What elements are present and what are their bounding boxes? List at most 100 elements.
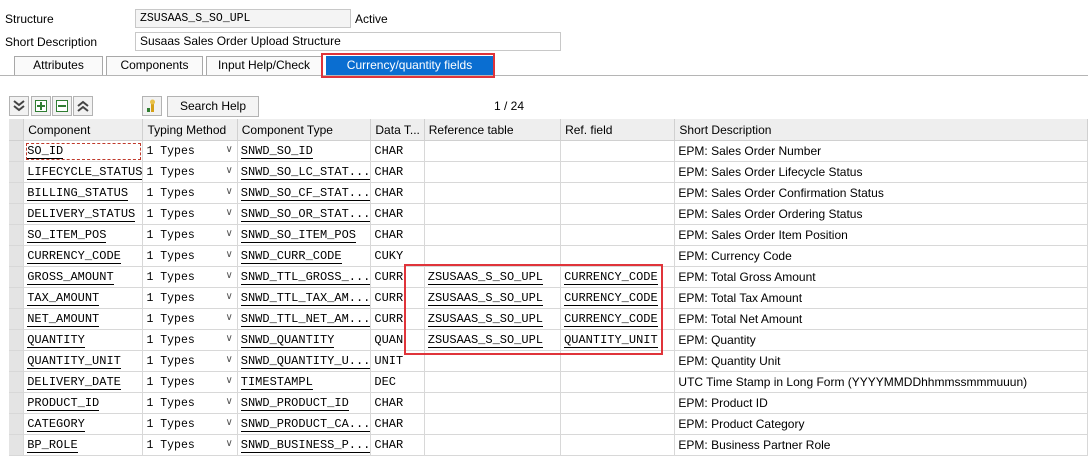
chevron-down-icon[interactable]: ∨ <box>225 396 232 407</box>
table-row[interactable]: DELIVERY_DATE 1 Types ∨ TIMESTAMPL DEC UTC Ti… <box>9 371 1088 393</box>
column-header-component-type[interactable]: Component Type <box>237 119 372 141</box>
reference-table-cell[interactable] <box>424 350 562 372</box>
reference-table-cell[interactable] <box>424 140 562 162</box>
typing-method-cell[interactable]: 1 Types ∨ <box>142 371 238 393</box>
component-type-cell[interactable]: SNWD_SO_ITEM_POS <box>237 224 372 246</box>
component-type-cell[interactable]: TIMESTAMPL <box>237 371 372 393</box>
column-header-ref-field[interactable]: Ref. field <box>560 119 676 141</box>
row-selector[interactable] <box>9 203 25 225</box>
table-row[interactable]: SO_ITEM_POS 1 Types ∨ SNWD_SO_ITEM_POS CHAR E… <box>9 224 1088 246</box>
typing-method-cell[interactable]: 1 Types ∨ <box>142 308 238 330</box>
expand-all-button[interactable] <box>9 96 29 116</box>
ref-field-cell[interactable] <box>560 224 676 246</box>
component-cell[interactable]: BILLING_STATUS <box>23 182 144 204</box>
ref-field-cell[interactable] <box>560 392 676 414</box>
table-row[interactable]: PRODUCT_ID 1 Types ∨ SNWD_PRODUCT_ID CHAR EPM… <box>9 392 1088 414</box>
chevron-down-icon[interactable]: ∨ <box>225 291 232 302</box>
search-help-button[interactable]: Search Help <box>167 96 259 117</box>
row-selector[interactable] <box>9 245 25 267</box>
column-header-typing-method[interactable]: Typing Method <box>142 119 238 141</box>
row-selector[interactable] <box>9 161 25 183</box>
component-cell[interactable]: PRODUCT_ID <box>23 392 144 414</box>
table-row[interactable]: NET_AMOUNT 1 Types ∨ SNWD_TTL_NET_AM... CURR… <box>9 308 1088 330</box>
chevron-down-icon[interactable]: ∨ <box>225 249 232 260</box>
row-selector[interactable] <box>9 392 25 414</box>
component-type-cell[interactable]: SNWD_SO_OR_STAT... <box>237 203 372 225</box>
table-row[interactable]: TAX_AMOUNT 1 Types ∨ SNWD_TTL_TAX_AM... CURR… <box>9 287 1088 309</box>
ref-field-cell[interactable] <box>560 161 676 183</box>
reference-table-cell[interactable]: ZSUSAAS_S_SO_UPL <box>424 308 562 330</box>
reference-table-cell[interactable] <box>424 161 562 183</box>
reference-table-cell[interactable] <box>424 224 562 246</box>
column-header-reference-table[interactable]: Reference table <box>424 119 562 141</box>
reference-table-cell[interactable] <box>424 434 562 456</box>
typing-method-cell[interactable]: 1 Types ∨ <box>142 392 238 414</box>
component-type-cell[interactable]: SNWD_BUSINESS_P... <box>237 434 372 456</box>
insert-row-button[interactable] <box>31 96 51 116</box>
ref-field-cell[interactable] <box>560 203 676 225</box>
component-type-cell[interactable]: SNWD_PRODUCT_CA... <box>237 413 372 435</box>
row-selector[interactable] <box>9 266 25 288</box>
chevron-down-icon[interactable]: ∨ <box>225 228 232 239</box>
row-selector[interactable] <box>9 350 25 372</box>
reference-table-cell[interactable] <box>424 413 562 435</box>
component-cell[interactable]: CATEGORY <box>23 413 144 435</box>
row-selector[interactable] <box>9 308 25 330</box>
reference-table-cell[interactable] <box>424 392 562 414</box>
collapse-all-button[interactable] <box>73 96 93 116</box>
chevron-down-icon[interactable]: ∨ <box>225 417 232 428</box>
component-type-cell[interactable]: SNWD_PRODUCT_ID <box>237 392 372 414</box>
component-cell[interactable]: QUANTITY <box>23 329 144 351</box>
component-type-cell[interactable]: SNWD_TTL_NET_AM... <box>237 308 372 330</box>
reference-table-cell[interactable] <box>424 371 562 393</box>
component-cell[interactable]: BP_ROLE <box>23 434 144 456</box>
chevron-down-icon[interactable]: ∨ <box>225 186 232 197</box>
component-cell[interactable]: CURRENCY_CODE <box>23 245 144 267</box>
tab-components[interactable]: Components <box>106 56 203 75</box>
ref-field-cell[interactable] <box>560 350 676 372</box>
select-all-cell[interactable] <box>9 119 25 141</box>
column-header-data-type[interactable]: Data T... <box>370 119 425 141</box>
row-selector[interactable] <box>9 413 25 435</box>
table-row[interactable]: QUANTITY 1 Types ∨ SNWD_QUANTITY QUAN ZSUSAAS… <box>9 329 1088 351</box>
tab-currency-quantity-fields[interactable]: Currency/quantity fields <box>326 56 493 75</box>
component-cell[interactable]: DELIVERY_DATE <box>23 371 144 393</box>
ref-field-cell[interactable] <box>560 140 676 162</box>
typing-method-cell[interactable]: 1 Types ∨ <box>142 266 238 288</box>
chevron-down-icon[interactable]: ∨ <box>225 312 232 323</box>
typing-method-cell[interactable]: 1 Types ∨ <box>142 140 238 162</box>
typing-method-cell[interactable]: 1 Types ∨ <box>142 413 238 435</box>
typing-method-cell[interactable]: 1 Types ∨ <box>142 245 238 267</box>
ref-field-cell[interactable] <box>560 245 676 267</box>
table-row[interactable]: CURRENCY_CODE 1 Types ∨ SNWD_CURR_CODE CUKY E… <box>9 245 1088 267</box>
ref-field-cell[interactable]: QUANTITY_UNIT <box>560 329 676 351</box>
tab-attributes[interactable]: Attributes <box>14 56 103 75</box>
component-type-cell[interactable]: SNWD_TTL_TAX_AM... <box>237 287 372 309</box>
chevron-down-icon[interactable]: ∨ <box>225 207 232 218</box>
component-cell[interactable]: LIFECYCLE_STATUS <box>23 161 144 183</box>
component-type-cell[interactable]: SNWD_TTL_GROSS_... <box>237 266 372 288</box>
chevron-down-icon[interactable]: ∨ <box>225 144 232 155</box>
table-row[interactable]: CATEGORY 1 Types ∨ SNWD_PRODUCT_CA... CHAR EP… <box>9 413 1088 435</box>
chevron-down-icon[interactable]: ∨ <box>225 354 232 365</box>
structure-name-field[interactable]: ZSUSAAS_S_SO_UPL <box>135 9 351 28</box>
short-description-field[interactable]: Susaas Sales Order Upload Structure <box>135 32 561 51</box>
component-type-cell[interactable]: SNWD_QUANTITY <box>237 329 372 351</box>
component-type-cell[interactable]: SNWD_CURR_CODE <box>237 245 372 267</box>
table-row[interactable]: SO_ID 1 Types ∨ SNWD_SO_ID CHAR EPM: Sales Or… <box>9 140 1088 162</box>
reference-table-cell[interactable]: ZSUSAAS_S_SO_UPL <box>424 329 562 351</box>
tab-input-help-check[interactable]: Input Help/Check <box>206 56 322 75</box>
component-type-cell[interactable]: SNWD_QUANTITY_U... <box>237 350 372 372</box>
ref-field-cell[interactable] <box>560 434 676 456</box>
chevron-down-icon[interactable]: ∨ <box>225 165 232 176</box>
ref-field-cell[interactable] <box>560 371 676 393</box>
row-selector[interactable] <box>9 182 25 204</box>
ref-field-cell[interactable] <box>560 182 676 204</box>
typing-method-cell[interactable]: 1 Types ∨ <box>142 329 238 351</box>
column-header-short-description[interactable]: Short Description <box>674 119 1088 141</box>
reference-table-cell[interactable]: ZSUSAAS_S_SO_UPL <box>424 266 562 288</box>
chevron-down-icon[interactable]: ∨ <box>225 270 232 281</box>
row-selector[interactable] <box>9 329 25 351</box>
component-type-cell[interactable]: SNWD_SO_ID <box>237 140 372 162</box>
component-type-cell[interactable]: SNWD_SO_LC_STAT... <box>237 161 372 183</box>
